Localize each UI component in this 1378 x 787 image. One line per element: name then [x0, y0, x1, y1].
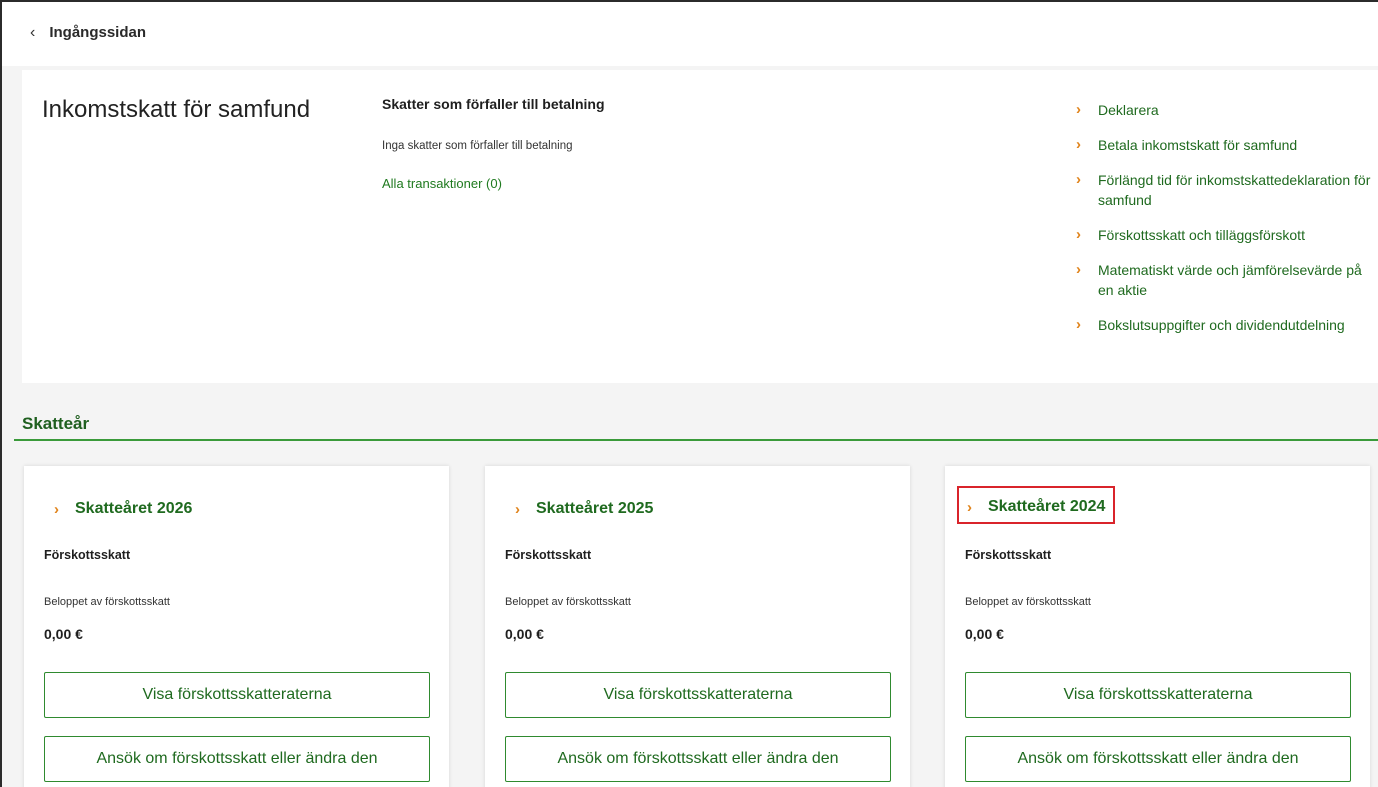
quick-link-label: Förskottsskatt och tilläggsförskott — [1098, 227, 1305, 243]
chevron-right-icon: › — [1076, 136, 1081, 153]
top-navigation-bar: ‹ Ingångssidan — [2, 2, 1378, 66]
view-installments-button[interactable]: Visa förskottsskatteraterna — [505, 672, 891, 718]
chevron-left-icon: ‹ — [30, 23, 36, 41]
tax-year-card-2024: › Skatteåret 2024 Förskottsskatt Beloppe… — [945, 466, 1370, 787]
back-link-label: Ingångssidan — [49, 24, 147, 41]
quick-link-deklarera[interactable]: › Deklarera — [1072, 100, 1377, 120]
chevron-right-icon: › — [1076, 101, 1081, 118]
quick-link-label: Matematiskt värde och jämförelsevärde på… — [1098, 262, 1362, 298]
prepayment-amount-value: 0,00 € — [44, 626, 83, 642]
prepayment-amount-value: 0,00 € — [505, 626, 544, 642]
prepayment-tax-title: Förskottsskatt — [44, 548, 131, 562]
all-transactions-link[interactable]: Alla transaktioner (0) — [382, 176, 502, 191]
quick-link-forskottsskatt[interactable]: › Förskottsskatt och tilläggsförskott — [1072, 225, 1377, 245]
apply-prepayment-button[interactable]: Ansök om förskottsskatt eller ändra den — [965, 736, 1351, 782]
chevron-right-icon: › — [1076, 171, 1081, 188]
tax-summary-panel: Inkomstskatt för samfund Skatter som för… — [22, 70, 1378, 383]
apply-prepayment-button[interactable]: Ansök om förskottsskatt eller ändra den — [505, 736, 891, 782]
back-link[interactable]: ‹ Ingångssidan — [30, 24, 146, 41]
chevron-right-icon: › — [967, 498, 972, 516]
quick-link-forlangd-tid[interactable]: › Förlängd tid för inkomstskattedeklarat… — [1072, 170, 1377, 210]
quick-link-label: Bokslutsuppgifter och dividendutdelning — [1098, 317, 1345, 333]
chevron-right-icon: › — [54, 500, 59, 518]
prepayment-amount-label: Beloppet av förskottsskatt — [965, 596, 1091, 608]
prepayment-tax-title: Förskottsskatt — [505, 548, 592, 562]
quick-link-label: Betala inkomstskatt för samfund — [1098, 137, 1298, 153]
quick-links-list: › Deklarera › Betala inkomstskatt för sa… — [1072, 100, 1377, 350]
prepayment-amount-label: Beloppet av förskottsskatt — [44, 596, 170, 608]
quick-link-betala[interactable]: › Betala inkomstskatt för samfund — [1072, 135, 1377, 155]
quick-link-matematiskt-varde[interactable]: › Matematiskt värde och jämförelsevärde … — [1072, 260, 1377, 300]
prepayment-amount-value: 0,00 € — [965, 626, 1004, 642]
quick-link-label: Deklarera — [1098, 102, 1159, 118]
chevron-right-icon: › — [515, 500, 520, 518]
page-frame: ‹ Ingångssidan Inkomstskatt för samfund … — [0, 0, 1378, 787]
tax-year-link-2024[interactable]: › Skatteåret 2024 — [957, 486, 1116, 524]
page-title: Inkomstskatt för samfund — [42, 96, 311, 123]
view-installments-button[interactable]: Visa förskottsskatteraterna — [44, 672, 430, 718]
tax-year-card-2025: › Skatteåret 2025 Förskottsskatt Beloppe… — [485, 466, 910, 787]
tax-year-card-2026: › Skatteåret 2026 Förskottsskatt Beloppe… — [24, 466, 449, 787]
quick-link-bokslutsuppgifter[interactable]: › Bokslutsuppgifter och dividendutdelnin… — [1072, 315, 1377, 335]
section-divider — [14, 439, 1378, 441]
chevron-right-icon: › — [1076, 316, 1081, 333]
tax-year-label: Skatteåret 2024 — [988, 498, 1106, 515]
tax-year-label: Skatteåret 2026 — [75, 500, 193, 517]
quick-link-label: Förlängd tid för inkomstskattedeklaratio… — [1098, 172, 1371, 208]
chevron-right-icon: › — [1076, 226, 1081, 243]
tax-year-label: Skatteåret 2025 — [536, 500, 654, 517]
due-taxes-heading: Skatter som förfaller till betalning — [382, 96, 605, 112]
prepayment-amount-label: Beloppet av förskottsskatt — [505, 596, 631, 608]
apply-prepayment-button[interactable]: Ansök om förskottsskatt eller ändra den — [44, 736, 430, 782]
tax-years-section-title: Skatteår — [22, 414, 90, 433]
view-installments-button[interactable]: Visa förskottsskatteraterna — [965, 672, 1351, 718]
chevron-right-icon: › — [1076, 261, 1081, 278]
prepayment-tax-title: Förskottsskatt — [965, 548, 1052, 562]
tax-year-link-2026[interactable]: › Skatteåret 2026 — [46, 496, 200, 522]
no-due-taxes-text: Inga skatter som förfaller till betalnin… — [382, 140, 573, 152]
tax-year-link-2025[interactable]: › Skatteåret 2025 — [507, 496, 661, 522]
